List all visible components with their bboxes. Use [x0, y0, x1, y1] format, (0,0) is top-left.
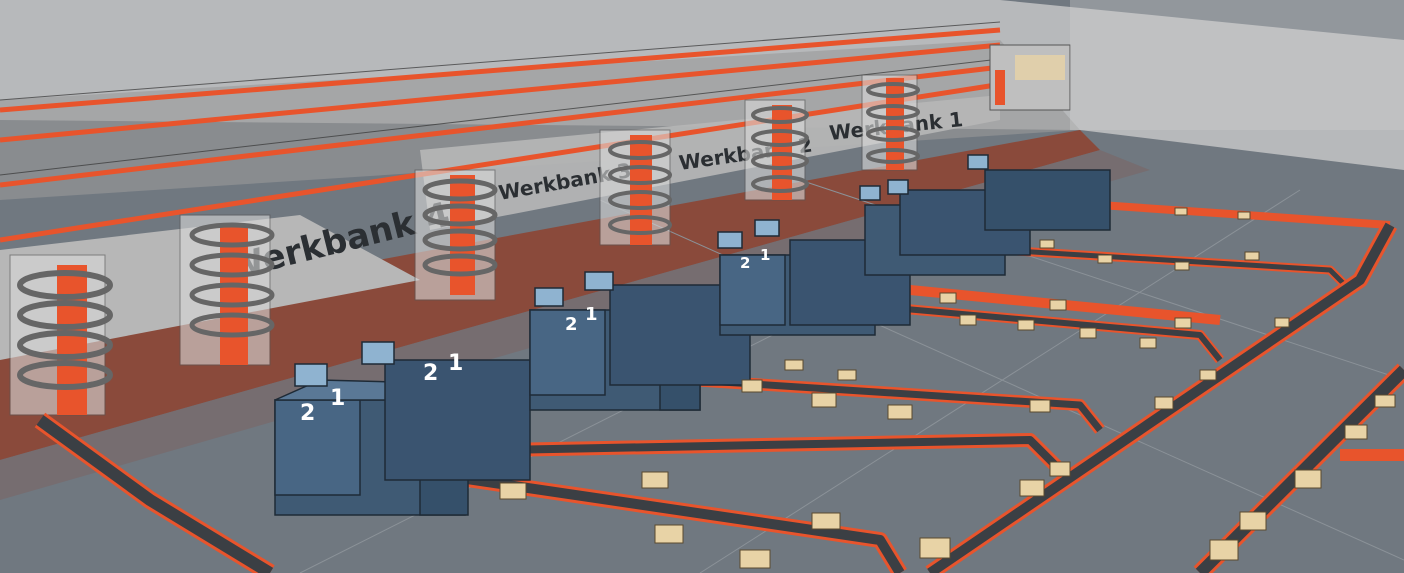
station-label: 2	[565, 314, 578, 335]
station-label: 2	[300, 401, 315, 426]
warehouse-conveyor-scene: Werkbank 4 Werkbank 3 Werkbank 2 Werkban…	[0, 0, 1404, 573]
spiral-tower-3	[414, 169, 498, 301]
station-label: 1	[585, 304, 598, 325]
spiral-tower-6	[861, 74, 920, 171]
station-label: 1	[760, 246, 770, 264]
station-label: 2	[423, 361, 438, 386]
spiral-tower-1	[9, 254, 113, 416]
station-label: 1	[448, 351, 463, 376]
station-label: 2	[740, 254, 750, 272]
spiral-tower-4	[599, 129, 672, 246]
spiral-tower-2	[179, 214, 275, 366]
station-label: 1	[330, 386, 345, 411]
spiral-tower-5	[744, 99, 809, 201]
